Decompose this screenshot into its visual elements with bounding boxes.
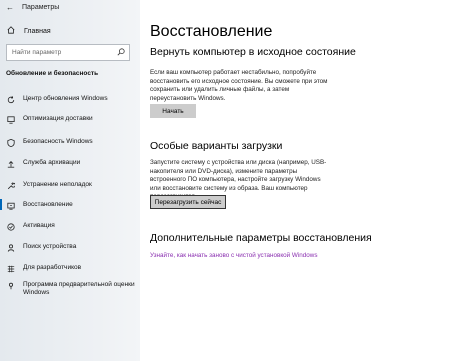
sidebar-item-troubleshoot[interactable]: Устранение неполадок bbox=[6, 181, 136, 190]
wrench-icon bbox=[6, 181, 16, 190]
sidebar-item-find-device[interactable]: Поиск устройства bbox=[6, 243, 136, 252]
home-icon bbox=[6, 26, 16, 36]
backup-icon bbox=[6, 159, 16, 168]
sidebar-item-label: Программа предварительной оценки Windows bbox=[23, 281, 135, 296]
refresh-icon bbox=[6, 95, 16, 104]
recovery-icon bbox=[6, 201, 16, 210]
shield-icon bbox=[6, 138, 16, 147]
search-input[interactable]: Найти параметр bbox=[6, 44, 130, 61]
sidebar-item-label: Для разработчиков bbox=[23, 264, 82, 271]
page-title: Восстановление bbox=[150, 23, 273, 40]
developer-icon bbox=[6, 264, 16, 273]
sidebar-item-label: Восстановление bbox=[23, 201, 73, 208]
reset-description: Если ваш компьютер работает нестабильно,… bbox=[150, 69, 328, 102]
check-circle-icon bbox=[6, 222, 16, 231]
sidebar-item-activation[interactable]: Активация bbox=[6, 222, 136, 231]
title-bar: ← Параметры bbox=[6, 3, 59, 12]
more-options-heading: Дополнительные параметры восстановления bbox=[150, 232, 372, 244]
main-content: Восстановление Вернуть компьютер в исход… bbox=[140, 0, 474, 361]
delivery-icon bbox=[6, 115, 16, 124]
sidebar-item-label: Активация bbox=[23, 222, 55, 229]
home-label: Главная bbox=[24, 27, 51, 35]
sidebar-item-backup[interactable]: Служба архивации bbox=[6, 159, 136, 168]
sidebar: ← Параметры Главная Найти параметр Обнов… bbox=[0, 0, 140, 361]
start-button[interactable]: Начать bbox=[150, 104, 196, 118]
search-icon[interactable] bbox=[117, 48, 125, 56]
fresh-start-link[interactable]: Узнайте, как начать заново с чистой уста… bbox=[150, 252, 317, 259]
sidebar-item-developers[interactable]: Для разработчиков bbox=[6, 264, 136, 273]
sidebar-item-windows-update[interactable]: Центр обновления Windows bbox=[6, 95, 136, 104]
back-arrow-icon[interactable]: ← bbox=[6, 3, 16, 12]
nav-home[interactable]: Главная bbox=[6, 26, 51, 36]
sidebar-item-label: Устранение неполадок bbox=[23, 181, 92, 188]
sidebar-item-recovery[interactable]: Восстановление bbox=[0, 199, 136, 210]
insider-icon bbox=[6, 281, 16, 290]
restart-now-button[interactable]: Перезагрузить сейчас bbox=[150, 195, 226, 209]
advanced-startup-heading: Особые варианты загрузки bbox=[150, 140, 283, 152]
sidebar-item-label: Оптимизация доставки bbox=[23, 115, 93, 122]
window-title: Параметры bbox=[22, 4, 60, 11]
section-title: Обновление и безопасность bbox=[6, 70, 99, 77]
sidebar-item-windows-security[interactable]: Безопасность Windows bbox=[6, 138, 136, 147]
sidebar-item-label: Центр обновления Windows bbox=[23, 95, 108, 102]
sidebar-item-delivery-optimization[interactable]: Оптимизация доставки bbox=[6, 115, 136, 124]
sidebar-item-label: Безопасность Windows bbox=[23, 138, 93, 145]
sidebar-item-insider[interactable]: Программа предварительной оценки Windows bbox=[6, 281, 136, 297]
sidebar-item-label: Служба архивации bbox=[23, 159, 81, 166]
person-location-icon bbox=[6, 243, 16, 252]
search-placeholder: Найти параметр bbox=[12, 49, 62, 56]
reset-heading: Вернуть компьютер в исходное состояние bbox=[150, 46, 356, 58]
sidebar-item-label: Поиск устройства bbox=[23, 243, 77, 250]
